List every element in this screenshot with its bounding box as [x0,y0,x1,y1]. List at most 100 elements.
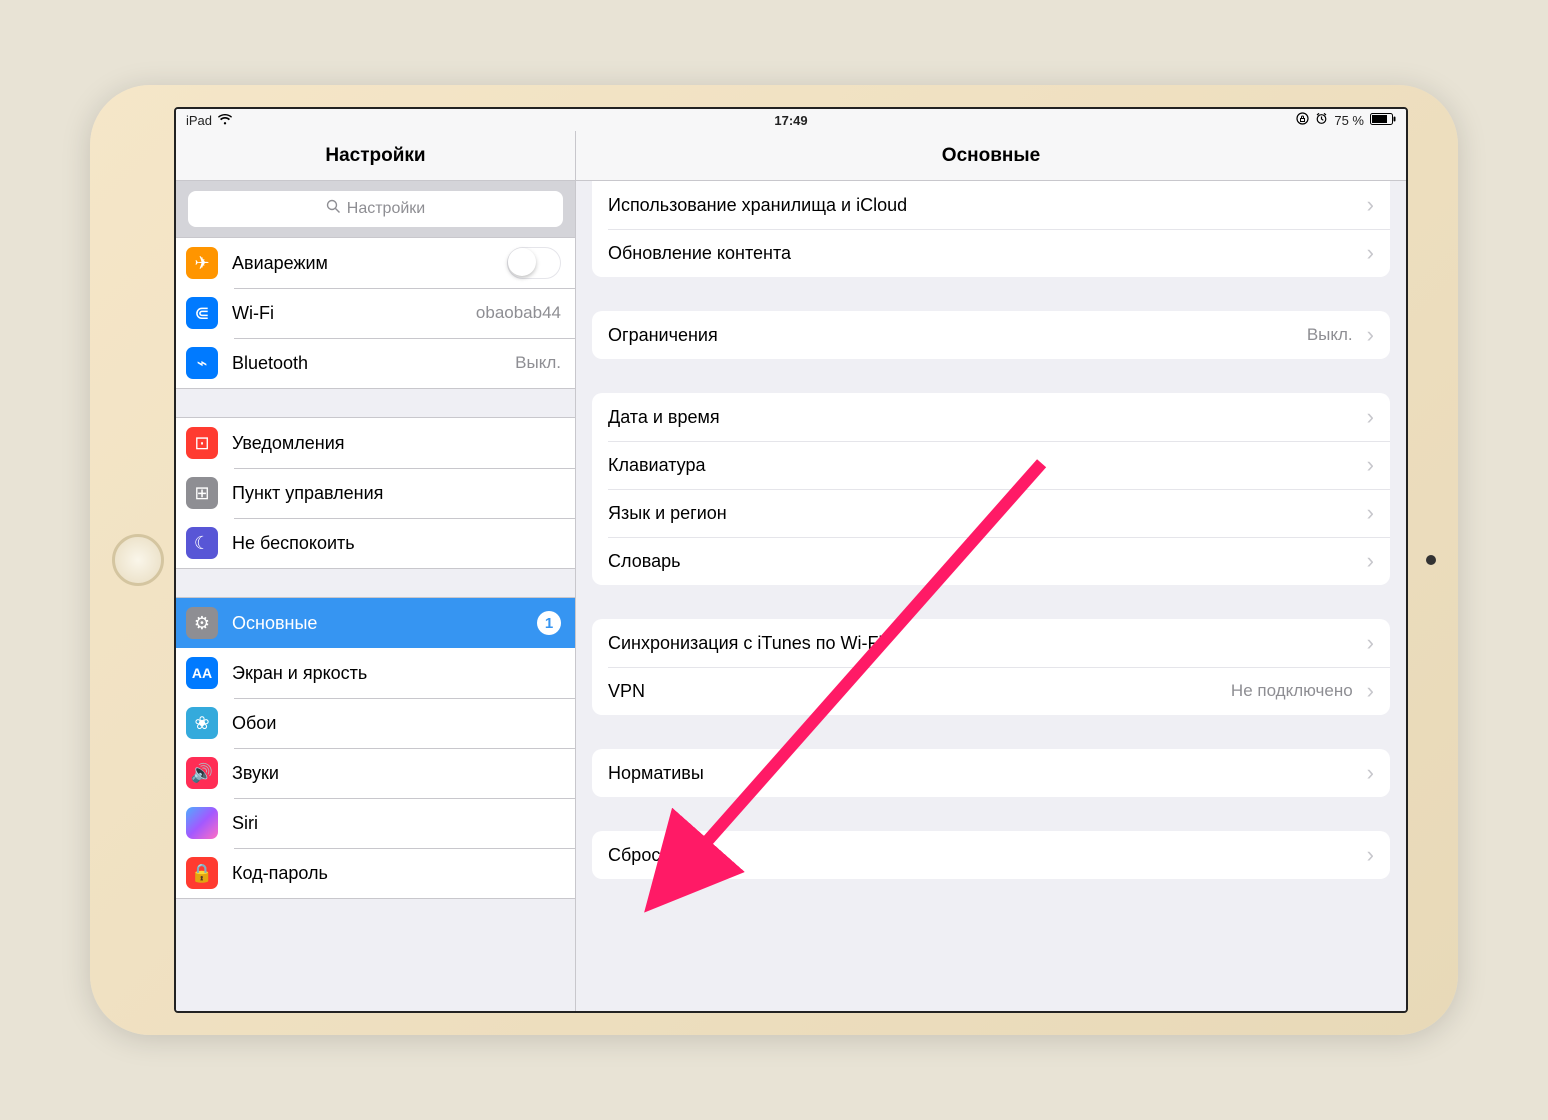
orientation-lock-icon [1296,112,1309,128]
sidebar-item-label: Код-пароль [232,863,561,884]
sidebar-item-label: Не беспокоить [232,533,561,554]
settings-row-label: Словарь [608,551,1353,572]
settings-row-дата-и-время[interactable]: Дата и время › [592,393,1390,441]
settings-row-ограничения[interactable]: Ограничения Выкл. › [592,311,1390,359]
front-camera [1426,555,1436,565]
settings-row-синхронизация-с-itunes-по-wi-fi[interactable]: Синхронизация с iTunes по Wi-Fi › [592,619,1390,667]
settings-row-label: Клавиатура [608,455,1353,476]
sidebar-item-label: Звуки [232,763,561,784]
wifi-status-icon [218,113,232,128]
chevron-right-icon: › [1367,760,1374,786]
sidebar-item-label: Обои [232,713,561,734]
search-icon [326,199,341,219]
sidebar-item-label: Авиарежим [232,253,493,274]
settings-group: Использование хранилища и iCloud›Обновле… [592,181,1390,277]
chevron-right-icon: › [1367,500,1374,526]
sidebar-title: Настройки [176,131,575,181]
sidebar-item-value: obaobab44 [476,303,561,323]
settings-group: Сброс › [592,831,1390,879]
sidebar-item-label: Wi-Fi [232,303,462,324]
settings-row-язык-и-регион[interactable]: Язык и регион › [592,489,1390,537]
chevron-right-icon: › [1367,322,1374,348]
chevron-right-icon: › [1367,404,1374,430]
chevron-right-icon: › [1367,678,1374,704]
settings-row-value: Не подключено [1231,681,1353,701]
wifi-icon: ⋐ [186,297,218,329]
settings-row-vpn[interactable]: VPN Не подключено › [592,667,1390,715]
sidebar-item-label: Siri [232,813,561,834]
settings-group: Ограничения Выкл. › [592,311,1390,359]
settings-group: Синхронизация с iTunes по Wi-Fi › VPN Не по… [592,619,1390,715]
sidebar-item-код-пароль[interactable]: 🔒 Код-пароль [176,848,575,898]
bluetooth-icon: ⌁ [186,347,218,379]
settings-row-label: Дата и время [608,407,1353,428]
settings-row-обновление-контента[interactable]: Обновление контента › [592,229,1390,277]
sidebar-item-label: Уведомления [232,433,561,454]
sidebar-item-обои[interactable]: ❀ Обои [176,698,575,748]
search-input[interactable]: Настройки [188,191,563,227]
sidebar-item-пункт-управления[interactable]: ⊞ Пункт управления [176,468,575,518]
sidebar-item-label: Bluetooth [232,353,501,374]
control-center-icon: ⊞ [186,477,218,509]
device-label: iPad [186,113,212,128]
status-time: 17:49 [589,113,992,128]
settings-row-label: Обновление контента [608,243,1353,264]
dnd-icon: ☾ [186,527,218,559]
sidebar-item-label: Пункт управления [232,483,561,504]
search-container: Настройки [176,181,575,237]
settings-row-label: Использование хранилища и iCloud [608,195,1353,216]
settings-row-label: VPN [608,681,1221,702]
settings-group: Нормативы › [592,749,1390,797]
sidebar: Настройки Настройки ✈ Авиарежим ⋐ Wi-Fi obao… [176,131,576,1011]
alarm-icon [1315,112,1328,128]
settings-row-использование-хранилища-и-icloud[interactable]: Использование хранилища и iCloud › [592,181,1390,229]
main-title: Основные [576,131,1406,181]
sidebar-item-wi-fi[interactable]: ⋐ Wi-Fi obaobab44 [176,288,575,338]
settings-row-value: Выкл. [1307,325,1353,345]
toggle-switch[interactable] [507,247,561,279]
settings-row-label: Нормативы [608,763,1353,784]
sidebar-item-звуки[interactable]: 🔊 Звуки [176,748,575,798]
sidebar-item-не-беспокоить[interactable]: ☾ Не беспокоить [176,518,575,568]
sidebar-item-label: Экран и яркость [232,663,561,684]
display-icon: AA [186,657,218,689]
ipad-frame: iPad 17:49 75 % Настро [90,85,1458,1035]
content: Настройки Настройки ✈ Авиарежим ⋐ Wi-Fi obao… [176,131,1406,1011]
chevron-right-icon: › [1367,192,1374,218]
settings-row-сброс[interactable]: Сброс › [592,831,1390,879]
settings-row-нормативы[interactable]: Нормативы › [592,749,1390,797]
status-bar: iPad 17:49 75 % [176,109,1406,131]
battery-percent: 75 % [1334,113,1364,128]
sidebar-item-авиарежим[interactable]: ✈ Авиарежим [176,238,575,288]
main-panel: Основные Использование хранилища и iClou… [576,131,1406,1011]
settings-row-label: Язык и регион [608,503,1353,524]
settings-row-label: Синхронизация с iTunes по Wi-Fi [608,633,1353,654]
settings-row-label: Сброс [608,845,1353,866]
badge: 1 [537,611,561,635]
siri-icon [186,807,218,839]
wallpaper-icon: ❀ [186,707,218,739]
sidebar-item-siri[interactable]: Siri [176,798,575,848]
main-body[interactable]: Использование хранилища и iCloud›Обновле… [576,181,1406,1011]
sidebar-item-основные[interactable]: ⚙Основные1 [176,598,575,648]
screen: iPad 17:49 75 % Настро [174,107,1408,1013]
settings-group: Дата и время›Клавиатура›Язык и регион›Сл… [592,393,1390,585]
airplane-icon: ✈ [186,247,218,279]
chevron-right-icon: › [1367,842,1374,868]
sounds-icon: 🔊 [186,757,218,789]
sidebar-item-уведомления[interactable]: ⊡ Уведомления [176,418,575,468]
general-icon: ⚙ [186,607,218,639]
search-placeholder: Настройки [347,200,425,218]
sidebar-item-value: Выкл. [515,353,561,373]
passcode-icon: 🔒 [186,857,218,889]
sidebar-item-bluetooth[interactable]: ⌁ Bluetooth Выкл. [176,338,575,388]
notifications-icon: ⊡ [186,427,218,459]
sidebar-item-экран-и-яркость[interactable]: AA Экран и яркость [176,648,575,698]
settings-row-клавиатура[interactable]: Клавиатура› [592,441,1390,489]
home-button[interactable] [112,534,164,586]
settings-row-словарь[interactable]: Словарь › [592,537,1390,585]
chevron-right-icon: › [1367,548,1374,574]
chevron-right-icon: › [1367,240,1374,266]
settings-row-label: Ограничения [608,325,1297,346]
chevron-right-icon: › [1367,630,1374,656]
